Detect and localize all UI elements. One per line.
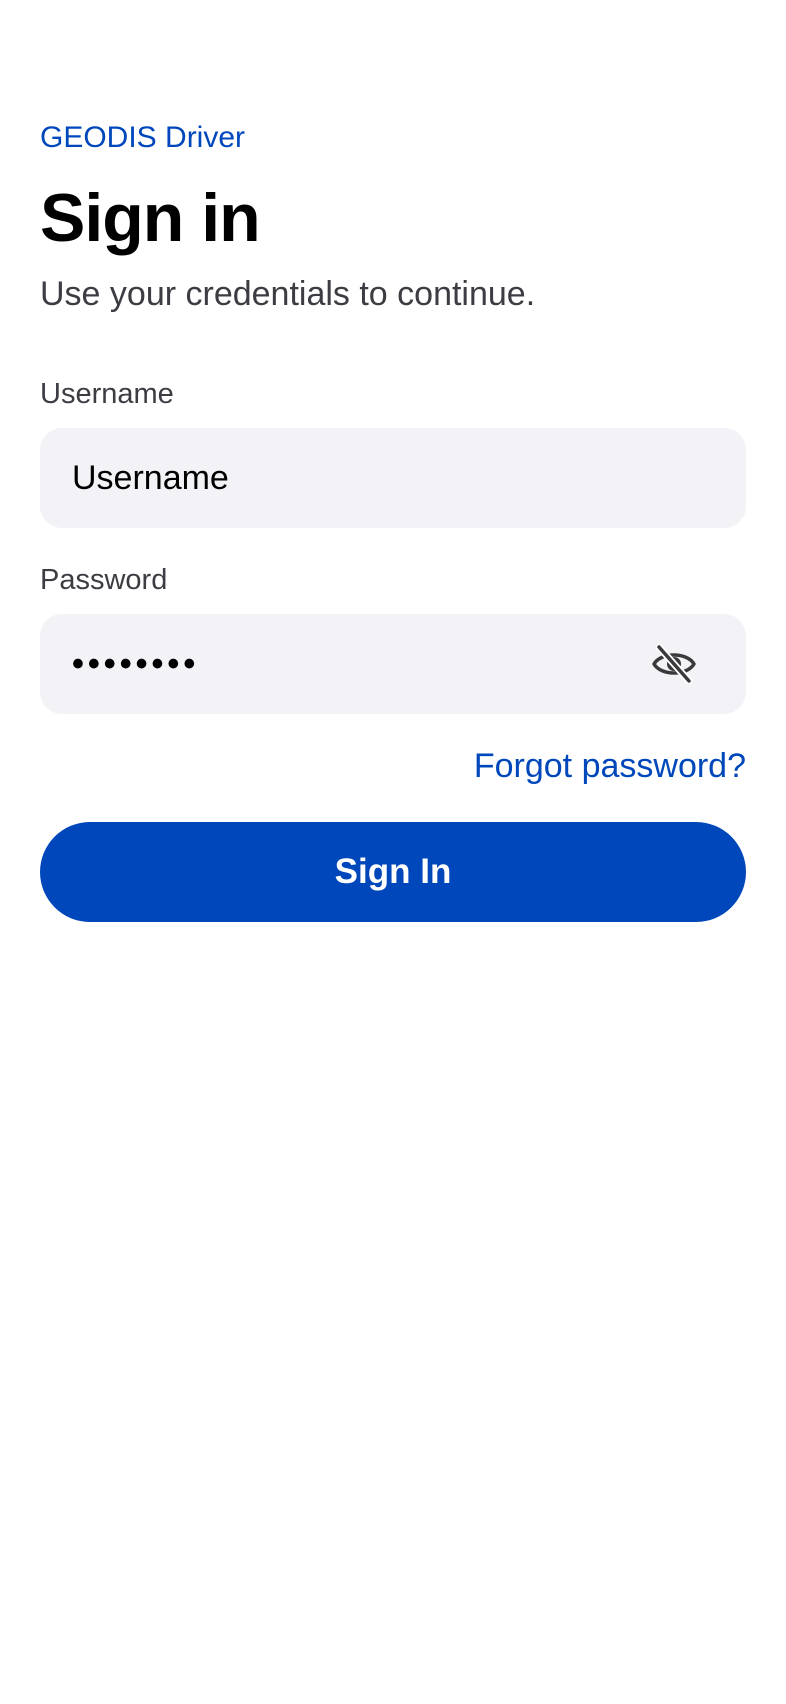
eye-slash-icon[interactable]: [650, 640, 698, 688]
page-subtitle: Use your credentials to continue.: [40, 275, 536, 313]
sign-in-screen: GEODIS Driver Sign in Use your credentia…: [0, 0, 786, 1704]
forgot-password-row: Forgot password?: [40, 744, 746, 788]
forgot-password-link[interactable]: Forgot password?: [474, 744, 746, 788]
sign-in-form: GEODIS Driver Sign in Use your credentia…: [40, 118, 746, 922]
sign-in-button[interactable]: Sign In: [40, 822, 746, 922]
password-field-container: ••••••••: [40, 614, 746, 714]
username-label: Username: [40, 378, 174, 410]
username-input[interactable]: [72, 458, 714, 498]
password-label: Password: [40, 564, 168, 596]
app-name: GEODIS Driver: [40, 121, 246, 154]
password-input[interactable]: ••••••••: [72, 645, 714, 684]
page-title: Sign in: [40, 180, 261, 256]
username-field-container: [40, 428, 746, 528]
